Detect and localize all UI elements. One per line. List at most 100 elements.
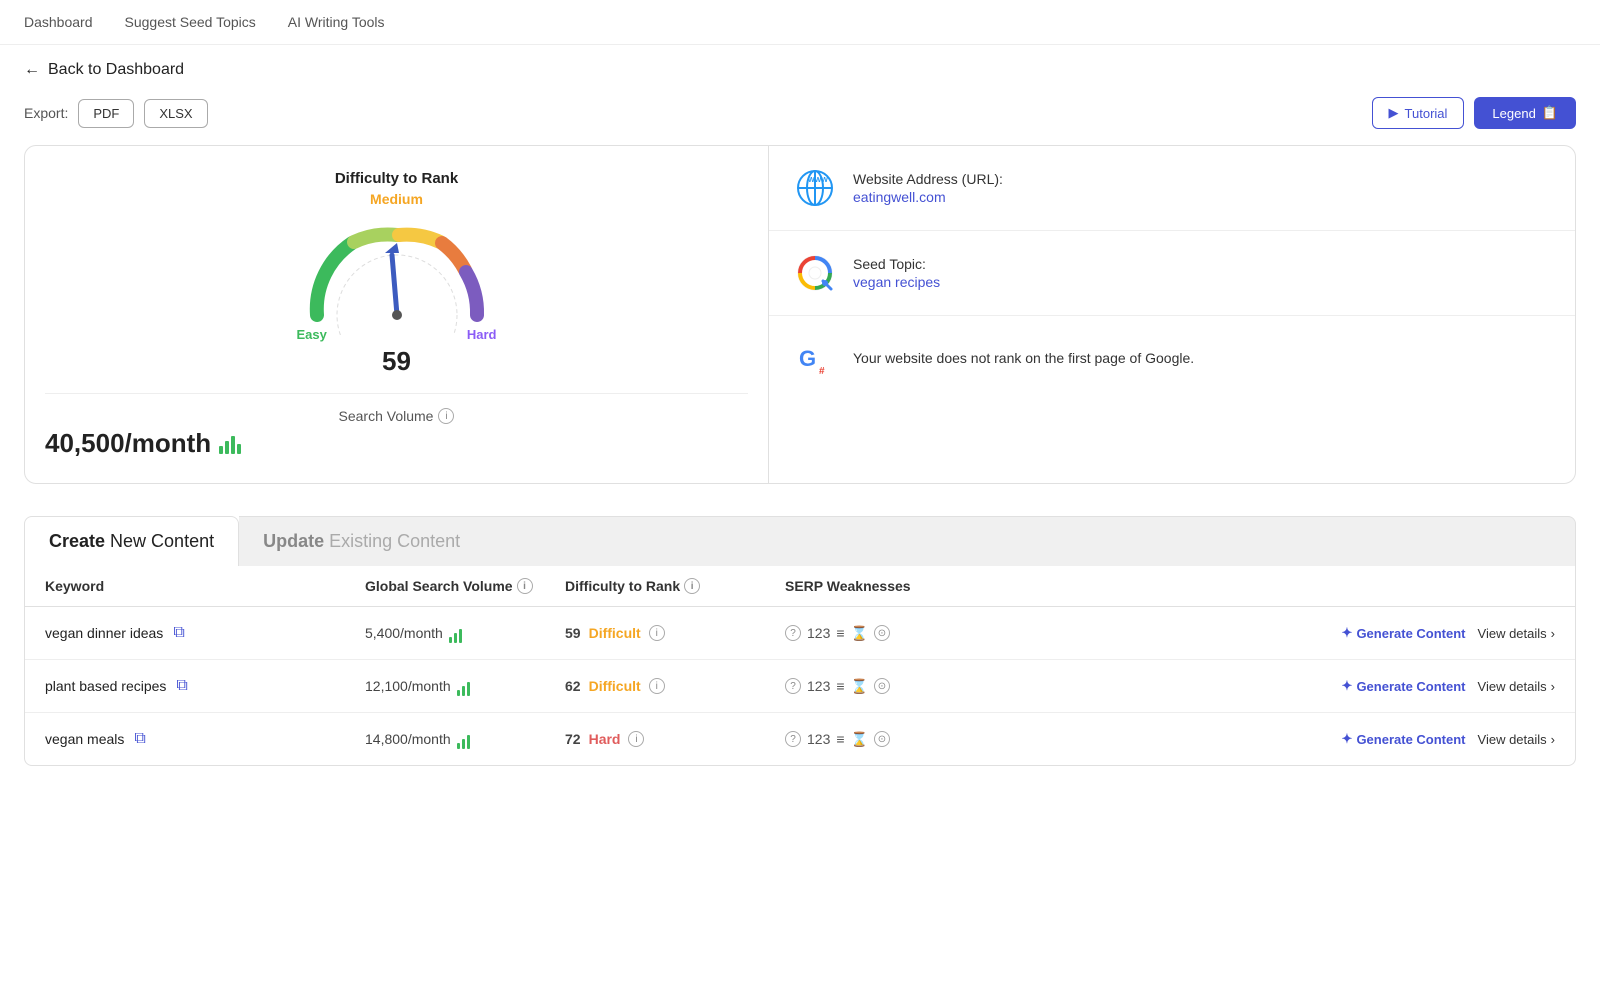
tabs-header: Create New Content Update Existing Conte… xyxy=(24,516,1576,566)
volume-cell: 14,800/month xyxy=(365,729,565,749)
difficulty-cell: 59 Difficult i xyxy=(565,625,785,641)
col-difficulty: Difficulty to Rank i xyxy=(565,578,785,594)
nav-dashboard[interactable]: Dashboard xyxy=(24,14,93,30)
main-card: Difficulty to Rank Medium xyxy=(24,145,1576,484)
serp-cell: ? 123 ≡ ⌛ ⊙ ✦ Generate Content View deta… xyxy=(785,625,1555,642)
table-header: Keyword Global Search Volume i Difficult… xyxy=(25,566,1575,607)
serp-time-icon: ⊙ xyxy=(874,678,890,694)
pdf-button[interactable]: PDF xyxy=(78,99,134,128)
tutorial-label: Tutorial xyxy=(1405,106,1448,121)
generate-content-button[interactable]: ✦ Generate Content xyxy=(1342,731,1466,747)
table-row: vegan dinner ideas ⧉ 5,400/month 59 Diff… xyxy=(25,607,1575,660)
view-details-button[interactable]: View details › xyxy=(1478,626,1555,641)
serp-q-icon: ? xyxy=(785,625,801,641)
serp-block-icon: ⌛ xyxy=(851,678,868,695)
chevron-right-icon: › xyxy=(1551,626,1555,641)
toolbar: Export: PDF XLSX ▶ Tutorial Legend 📋 xyxy=(0,87,1600,145)
back-to-dashboard[interactable]: ← Back to Dashboard xyxy=(0,45,1600,87)
copy-icon[interactable]: ⧉ xyxy=(173,624,184,642)
svg-text:G: G xyxy=(799,346,816,371)
search-volume-label: Search Volume i xyxy=(45,408,748,424)
website-url[interactable]: eatingwell.com xyxy=(853,189,1003,205)
sparkle-icon: ✦ xyxy=(1342,731,1353,747)
col-serp: SERP Weaknesses xyxy=(785,578,1555,594)
volume-cell: 5,400/month xyxy=(365,623,565,643)
tab-create[interactable]: Create New Content xyxy=(24,516,239,566)
google-note-text: Your website does not rank on the first … xyxy=(853,350,1194,366)
website-label: Website Address (URL): xyxy=(853,171,1003,187)
gauge-number: 59 xyxy=(382,346,411,377)
back-arrow-icon: ← xyxy=(24,61,40,79)
actions-cell: ✦ Generate Content View details › xyxy=(1342,678,1555,694)
table-row: plant based recipes ⧉ 12,100/month 62 Di… xyxy=(25,660,1575,713)
seed-topic-value[interactable]: vegan recipes xyxy=(853,274,940,290)
diff-info-icon: i xyxy=(628,731,644,747)
generate-content-button[interactable]: ✦ Generate Content xyxy=(1342,678,1466,694)
website-row: WWW Website Address (URL): eatingwell.co… xyxy=(769,146,1575,231)
back-label: Back to Dashboard xyxy=(48,61,184,79)
difficulty-header-info: i xyxy=(684,578,700,594)
search-vol-info-icon: i xyxy=(438,408,454,424)
volume-cell: 12,100/month xyxy=(365,676,565,696)
view-details-button[interactable]: View details › xyxy=(1478,732,1555,747)
serp-list-icon: ≡ xyxy=(836,678,844,694)
vol-chart-icon xyxy=(457,729,470,749)
difficulty-cell: 62 Difficult i xyxy=(565,678,785,694)
copy-icon[interactable]: ⧉ xyxy=(134,730,145,748)
chevron-right-icon: › xyxy=(1551,732,1555,747)
play-icon: ▶ xyxy=(1389,105,1399,121)
serp-cell: ? 123 ≡ ⌛ ⊙ ✦ Generate Content View deta… xyxy=(785,731,1555,748)
svg-text:#: # xyxy=(819,366,825,377)
gauge-visual xyxy=(297,215,497,335)
globe-icon: WWW xyxy=(793,166,837,210)
serp-cell: ? 123 ≡ ⌛ ⊙ ✦ Generate Content View deta… xyxy=(785,678,1555,695)
svg-text:WWW: WWW xyxy=(808,177,828,184)
volume-header-info: i xyxy=(517,578,533,594)
volume-chart-icon xyxy=(219,434,241,454)
nav-suggest[interactable]: Suggest Seed Topics xyxy=(125,14,256,30)
col-volume: Global Search Volume i xyxy=(365,578,565,594)
google-note-row: G # Your website does not rank on the fi… xyxy=(769,316,1575,400)
generate-content-button[interactable]: ✦ Generate Content xyxy=(1342,625,1466,641)
info-section: WWW Website Address (URL): eatingwell.co… xyxy=(769,146,1575,483)
sparkle-icon: ✦ xyxy=(1342,678,1353,694)
keyword-cell: plant based recipes ⧉ xyxy=(45,677,365,695)
difficulty-cell: 72 Hard i xyxy=(565,731,785,747)
table-row: vegan meals ⧉ 14,800/month 72 Hard i ? 1… xyxy=(25,713,1575,765)
gauge-level: Medium xyxy=(370,191,423,207)
gauge-title: Difficulty to Rank xyxy=(335,170,458,187)
keyword-table: Keyword Global Search Volume i Difficult… xyxy=(24,566,1576,766)
xlsx-button[interactable]: XLSX xyxy=(144,99,207,128)
legend-button[interactable]: Legend 📋 xyxy=(1474,97,1576,129)
sparkle-icon: ✦ xyxy=(1342,625,1353,641)
vol-chart-icon xyxy=(457,676,470,696)
serp-time-icon: ⊙ xyxy=(874,731,890,747)
actions-cell: ✦ Generate Content View details › xyxy=(1342,625,1555,641)
seed-topic-row: Seed Topic: vegan recipes xyxy=(769,231,1575,316)
search-volume-value: 40,500/month xyxy=(45,428,748,459)
tutorial-button[interactable]: ▶ Tutorial xyxy=(1372,97,1465,129)
chevron-right-icon: › xyxy=(1551,679,1555,694)
copy-icon[interactable]: ⧉ xyxy=(176,677,187,695)
search-volume-section: Search Volume i 40,500/month xyxy=(45,393,748,459)
google-icon: G # xyxy=(793,336,837,380)
serp-q-icon: ? xyxy=(785,678,801,694)
top-nav: Dashboard Suggest Seed Topics AI Writing… xyxy=(0,0,1600,45)
book-icon: 📋 xyxy=(1542,105,1558,121)
serp-block-icon: ⌛ xyxy=(851,625,868,642)
toolbar-actions: ▶ Tutorial Legend 📋 xyxy=(1372,97,1576,129)
col-keyword: Keyword xyxy=(45,578,365,594)
gauge-section: Difficulty to Rank Medium xyxy=(25,146,769,483)
keyword-cell: vegan meals ⧉ xyxy=(45,730,365,748)
view-details-button[interactable]: View details › xyxy=(1478,679,1555,694)
seed-topic-icon xyxy=(793,251,837,295)
serp-block-icon: ⌛ xyxy=(851,731,868,748)
actions-cell: ✦ Generate Content View details › xyxy=(1342,731,1555,747)
serp-time-icon: ⊙ xyxy=(874,625,890,641)
seed-topic-label: Seed Topic: xyxy=(853,256,940,272)
export-section: Export: PDF XLSX xyxy=(24,99,208,128)
content-tabs: Create New Content Update Existing Conte… xyxy=(24,516,1576,766)
nav-ai-writing[interactable]: AI Writing Tools xyxy=(288,14,385,30)
tab-update[interactable]: Update Existing Content xyxy=(239,516,1576,566)
serp-list-icon: ≡ xyxy=(836,731,844,747)
